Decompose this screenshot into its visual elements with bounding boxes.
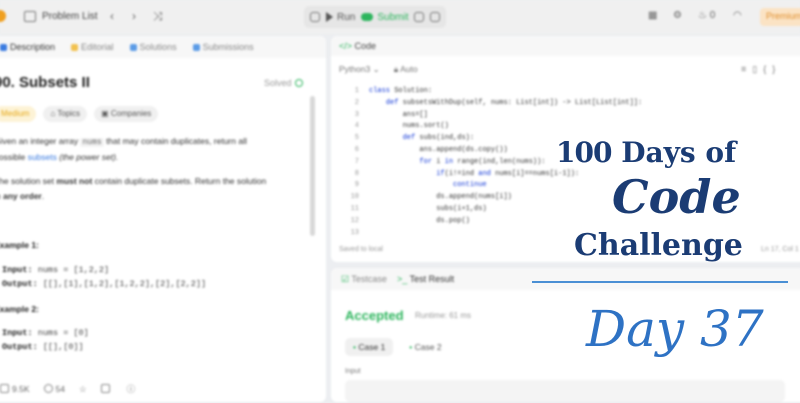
divider-line	[532, 281, 788, 283]
days-number: 100	[556, 136, 612, 169]
days-of-text: Days of	[611, 136, 737, 169]
challenge-heading: Challenge	[574, 228, 743, 263]
challenge-overlay: 100 Days of Code Challenge Day 37	[0, 0, 800, 403]
code-heading: Code	[612, 170, 741, 224]
days-of-heading: 100 Days of	[556, 136, 736, 169]
day-counter: Day 37	[586, 300, 764, 358]
